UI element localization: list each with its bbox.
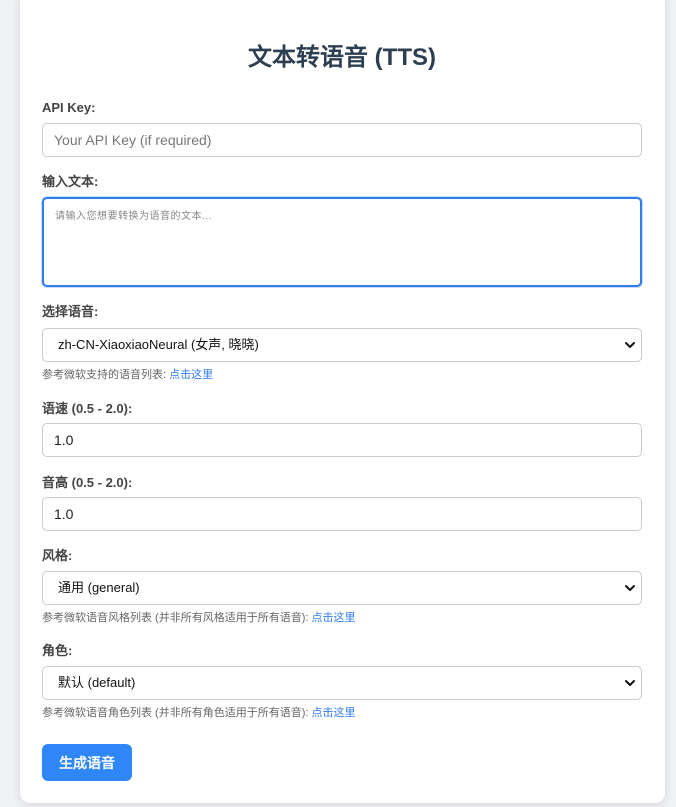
chevron-down-icon [625,680,635,686]
voice-help-text: 参考微软支持的语音列表: [42,369,170,381]
role-label: 角色: [42,643,73,658]
voice-select-value: zh-CN-XiaoxiaoNeural (女声, 晓晓) [58,337,259,352]
generate-speech-button[interactable]: 生成语音 [42,744,132,781]
style-help-link[interactable]: 点击这里 [312,612,356,624]
role-help-text: 参考微软语音角色列表 (并非所有角色适用于所有语音): [42,707,312,719]
style-select[interactable]: 通用 (general) [42,571,642,605]
style-label: 风格: [42,548,73,563]
text-input-label: 输入文本: [42,174,99,189]
role-help: 参考微软语音角色列表 (并非所有角色适用于所有语音): 点击这里 [42,706,356,720]
pitch-label: 音高 (0.5 - 2.0): [42,475,133,490]
rate-label: 语速 (0.5 - 2.0): [42,401,133,416]
role-select[interactable]: 默认 (default) [42,666,642,700]
tts-card: 文本转语音 (TTS) API Key: 输入文本: 选择语音: zh-CN-X… [20,0,665,803]
text-input-area[interactable] [42,197,642,287]
voice-select[interactable]: zh-CN-XiaoxiaoNeural (女声, 晓晓) [42,328,642,362]
voice-help: 参考微软支持的语音列表: 点击这里 [42,368,213,382]
api-key-input[interactable] [42,123,642,157]
chevron-down-icon [625,342,635,348]
voice-help-link[interactable]: 点击这里 [169,369,213,381]
rate-input[interactable] [42,423,642,457]
style-help-text: 参考微软语音风格列表 (并非所有风格适用于所有语音): [42,612,312,624]
voice-label: 选择语音: [42,304,99,319]
role-help-link[interactable]: 点击这里 [312,707,356,719]
style-select-value: 通用 (general) [58,580,140,595]
chevron-down-icon [625,585,635,591]
page-title: 文本转语音 (TTS) [248,44,436,71]
role-select-value: 默认 (default) [58,675,136,690]
pitch-input[interactable] [42,497,642,531]
api-key-label: API Key: [42,100,96,115]
style-help: 参考微软语音风格列表 (并非所有风格适用于所有语音): 点击这里 [42,611,356,625]
